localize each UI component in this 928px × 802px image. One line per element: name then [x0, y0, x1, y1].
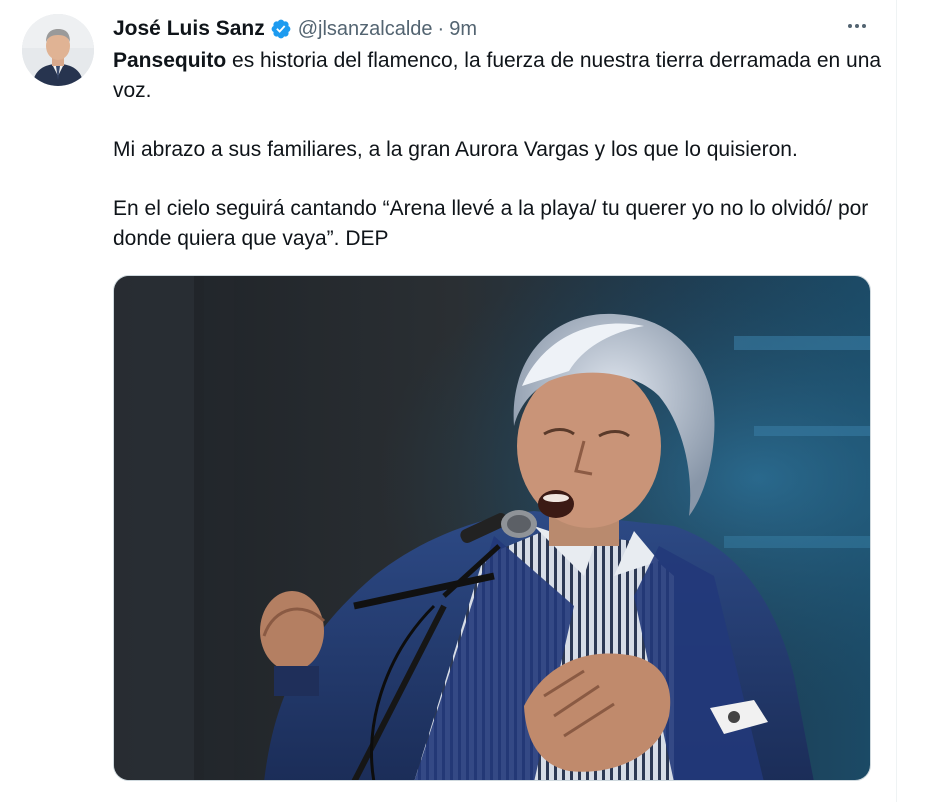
tweet-header: José Luis Sanz @jlsanzalcalde · 9m [113, 14, 477, 44]
tweet-paragraph-3: En el cielo seguirá cantando “Arena llev… [113, 197, 869, 250]
timestamp[interactable]: 9m [449, 18, 477, 41]
separator-dot: · [437, 17, 445, 40]
author-name[interactable]: José Luis Sanz [113, 17, 265, 41]
tweet-paragraph-2: Mi abrazo a sus familiares, a la gran Au… [113, 138, 798, 161]
avatar[interactable] [22, 14, 94, 86]
tweet-photo[interactable] [113, 275, 871, 781]
timeline-border [896, 0, 897, 802]
more-options-button[interactable] [840, 14, 874, 42]
tweet-paragraph-1: Pansequito es historia del flamenco, la … [113, 46, 883, 106]
verified-badge-icon [270, 18, 292, 40]
tweet-bold-name: Pansequito [113, 49, 227, 72]
author-handle[interactable]: @jlsanzalcalde [298, 18, 433, 41]
ellipsis-icon [845, 14, 869, 43]
tweet-paragraph-1-rest: es historia del flamenco, la fuerza de n… [113, 49, 882, 102]
tweet-text: Pansequito es historia del flamenco, la … [113, 46, 883, 254]
tweet[interactable]: José Luis Sanz @jlsanzalcalde · 9m Panse… [0, 0, 896, 802]
